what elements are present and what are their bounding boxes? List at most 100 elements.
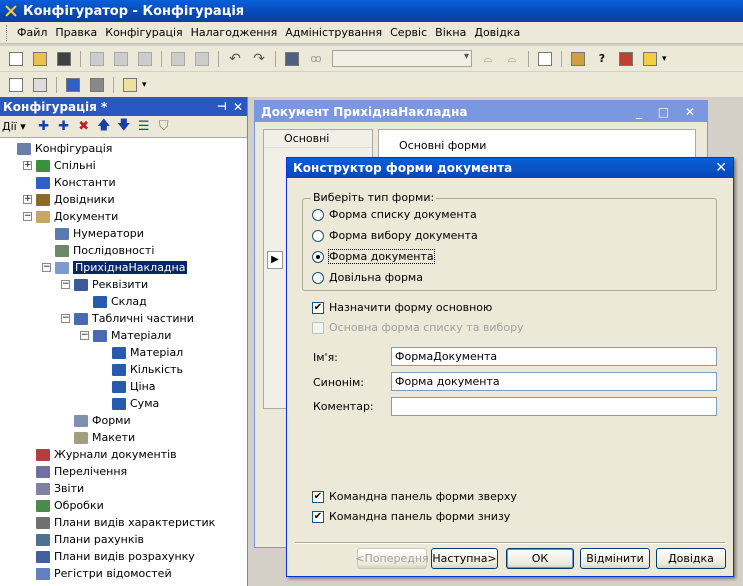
preview-icon[interactable] [192, 50, 212, 68]
print-icon[interactable] [168, 50, 188, 68]
run-debug-icon[interactable] [120, 76, 140, 94]
new-document-icon[interactable] [6, 50, 26, 68]
ok-button[interactable]: ОК [506, 548, 574, 569]
radio-choice-form[interactable]: Форма вибору документа [312, 229, 478, 242]
expand-icon[interactable]: + [23, 161, 32, 170]
undo-icon[interactable]: ↶ [225, 50, 245, 68]
tree-node[interactable]: Ціна [99, 378, 156, 395]
tree-node[interactable]: + Довідники [23, 191, 115, 208]
menu-edit[interactable]: Правка [51, 26, 101, 39]
collapse-icon[interactable]: − [61, 280, 70, 289]
copy-icon[interactable] [111, 50, 131, 68]
merge-icon[interactable] [30, 76, 50, 94]
radio-document-form[interactable]: Форма документа [312, 249, 435, 264]
collapse-icon[interactable]: − [23, 212, 32, 221]
tree-node[interactable]: Матеріал [99, 344, 183, 361]
config-window-icon[interactable] [87, 76, 107, 94]
radio-list-form[interactable]: Форма списку документа [312, 208, 477, 221]
tree-node[interactable]: Сума [99, 395, 159, 412]
next-button[interactable]: Наступна> [431, 548, 498, 569]
database-update-icon[interactable] [63, 76, 83, 94]
collapse-icon[interactable]: − [61, 314, 70, 323]
radio-custom-form[interactable]: Довільна форма [312, 271, 423, 284]
help-search-icon[interactable]: ? [592, 50, 612, 68]
comment-field[interactable] [391, 397, 717, 416]
synonym-field[interactable]: Форма документа [391, 372, 717, 391]
save-icon[interactable] [54, 50, 74, 68]
close-icon[interactable]: ✕ [233, 100, 243, 114]
move-up-icon[interactable]: 🡅 [94, 118, 114, 136]
tree-node[interactable]: Склад [80, 293, 147, 310]
tree-node[interactable]: Кількість [99, 361, 183, 378]
tree-node[interactable]: Обробки [23, 497, 104, 514]
tree-node[interactable]: − Реквізити [61, 276, 148, 293]
collapse-icon[interactable]: − [80, 331, 89, 340]
add-icon[interactable]: ✚ [34, 118, 54, 136]
tree-node[interactable]: Константи [23, 174, 116, 191]
toolbar2-more-icon[interactable]: ▾ [142, 80, 147, 90]
tree-node[interactable]: Послідовності [42, 242, 154, 259]
window-controls[interactable]: _ □ ✕ [636, 105, 701, 119]
find-prev-icon[interactable]: ⌓ [478, 50, 498, 68]
syntax-helper-icon[interactable] [616, 50, 636, 68]
tree-node[interactable]: Журнали документів [23, 446, 177, 463]
windows-icon[interactable] [535, 50, 555, 68]
tree-node[interactable]: − Матеріали [80, 327, 171, 344]
tree-node[interactable]: Нумератори [42, 225, 144, 242]
tree-node[interactable]: Плани видів розрахунку [23, 548, 195, 565]
tree-node[interactable]: Регістри відомостей [23, 565, 172, 582]
collapse-icon[interactable]: − [42, 263, 51, 272]
tree-node[interactable]: Перелічення [23, 463, 127, 480]
tree-node[interactable]: Макети [61, 429, 135, 446]
tree-node[interactable]: Форми [61, 412, 131, 429]
menu-file[interactable]: Файл [13, 26, 51, 39]
command-bar-bottom-checkbox[interactable]: ✔ Командна панель форми знизу [312, 510, 510, 523]
actions-menu-button[interactable]: Дії ▾ [2, 120, 26, 133]
menu-help[interactable]: Довідка [470, 26, 524, 39]
move-down-icon[interactable]: 🡇 [114, 118, 134, 136]
assistant-icon[interactable] [568, 50, 588, 68]
set-main-form-checkbox[interactable]: ✔ Назначити форму основною [312, 301, 492, 314]
tree-node[interactable]: Плани видів характеристик [23, 514, 215, 531]
sort-icon[interactable]: ☰ [134, 118, 154, 136]
pin-icon[interactable]: ⊣ [217, 100, 227, 113]
name-label: Ім'я: [313, 351, 338, 364]
help-button[interactable]: Довідка [656, 548, 726, 569]
cancel-button[interactable]: Відмінити [580, 548, 650, 569]
search-combo[interactable] [332, 50, 472, 67]
tree-node[interactable]: − ПрихіднаНакладна [42, 259, 188, 276]
name-field[interactable]: ФормаДокумента [391, 347, 717, 366]
menu-administration[interactable]: Адміністрування [281, 26, 386, 39]
tree-node[interactable]: Плани рахунків [23, 531, 144, 548]
tree-node[interactable]: Конфігурація [4, 140, 112, 157]
menu-service[interactable]: Сервіс [386, 26, 431, 39]
find-icon[interactable] [282, 50, 302, 68]
tree-node[interactable]: − Табличні частини [61, 310, 194, 327]
tree-node[interactable]: + Спільні [23, 157, 96, 174]
redo-icon[interactable]: ↷ [249, 50, 269, 68]
menu-configuration[interactable]: Конфігурація [101, 26, 186, 39]
command-bar-top-checkbox[interactable]: ✔ Командна панель форми зверху [312, 490, 517, 503]
filter-icon[interactable]: ⛉ [154, 118, 174, 136]
compare-icon[interactable] [6, 76, 26, 94]
open-icon[interactable] [30, 50, 50, 68]
menu-debug[interactable]: Налагодження [187, 26, 282, 39]
previous-button[interactable]: <Попередня [355, 548, 429, 569]
menu-windows[interactable]: Вікна [431, 26, 470, 39]
dialog-close-icon[interactable]: ✕ [715, 160, 727, 176]
find-forward-icon[interactable]: ⌓ [502, 50, 522, 68]
paste-icon[interactable] [135, 50, 155, 68]
toolbar-more-icon[interactable]: ▾ [662, 54, 667, 64]
tree-node[interactable]: Звіти [23, 480, 84, 497]
tab-main[interactable]: Основні [264, 130, 372, 148]
find-next-icon[interactable]: ꝏ [306, 50, 326, 68]
expand-icon[interactable]: + [23, 195, 32, 204]
cut-icon[interactable] [87, 50, 107, 68]
add-child-icon[interactable]: ✚ [54, 118, 74, 136]
tree-node-label: Плани видів характеристик [54, 516, 216, 529]
its-icon[interactable] [640, 50, 660, 68]
main-list-form-checkbox[interactable]: Основна форма списку та вибору [312, 321, 524, 334]
checkbox-label: Основна форма списку та вибору [329, 321, 524, 334]
delete-icon[interactable]: ✖ [74, 118, 94, 136]
tree-node[interactable]: − Документи [23, 208, 118, 225]
